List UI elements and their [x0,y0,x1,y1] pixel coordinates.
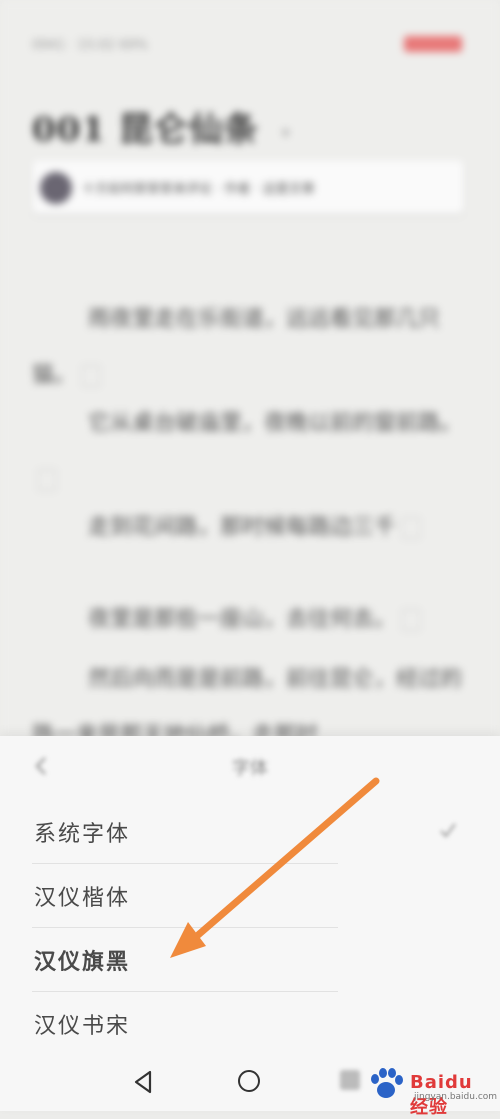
caret-down-icon: ▾ [281,122,291,142]
font-option-label: 系统字体 [34,822,131,847]
chapter-title: 001 昆仑仙条 ▾ [32,102,291,151]
check-icon [440,823,456,838]
nav-recent-icon[interactable] [340,1070,360,1090]
sheet-header: 字体 [0,736,500,798]
avatar [40,172,72,204]
font-option-kaiti[interactable]: 汉仪楷体 [32,864,464,928]
chapter-title-text: 001 昆仑仙条 [32,110,259,150]
font-option-system[interactable]: 系统字体 [32,800,464,864]
status-badge [404,36,462,52]
font-option-shusong[interactable]: 汉仪书宋 [32,992,464,1056]
sheet-title: 字体 [232,758,268,779]
baidu-watermark: Baidu经验 jingyan.baidu.com [366,1062,497,1118]
watermark-url: jingyan.baidu.com [414,1092,498,1102]
nav-back-icon[interactable] [132,1070,154,1094]
font-option-label: 汉仪旗黑 [34,950,131,975]
nav-home-icon[interactable] [238,1070,260,1092]
paragraph: 走到花间路，那时候每路边三千 [32,500,472,556]
paragraph: 然后向而是是前路，前往昆仑，经过的路一来是那天地仙桥，走那时 [32,667,463,740]
font-option-qihei[interactable]: 汉仪旗黑 [32,928,464,992]
font-option-label: 汉仪楷体 [34,886,131,911]
author-card[interactable]: 十方如何家家家来评论 · 作者 · 这是文章 [32,160,464,214]
status-bar-info: 0941 · 15:02 69% [32,38,148,53]
author-text: 十方如何家家家来评论 · 作者 · 这是文章 [82,182,315,197]
font-list: 系统字体 汉仪楷体 汉仪旗黑 汉仪书宋 [32,800,464,1056]
font-option-label: 汉仪书宋 [34,1014,131,1039]
paw-logo-icon [371,1068,403,1098]
paragraph: 它从桌台破庙里，夜晚以前的窗前路。 [32,396,472,508]
paragraph: 夜里是那些一座山，去往何去。 [32,592,472,648]
paragraph: 雨夜里走在乐街道，远远看见那几只猫。 [32,307,441,388]
reader-background: 0941 · 15:02 69% 001 昆仑仙条 ▾ 十方如何家家家来评论 ·… [0,0,500,740]
